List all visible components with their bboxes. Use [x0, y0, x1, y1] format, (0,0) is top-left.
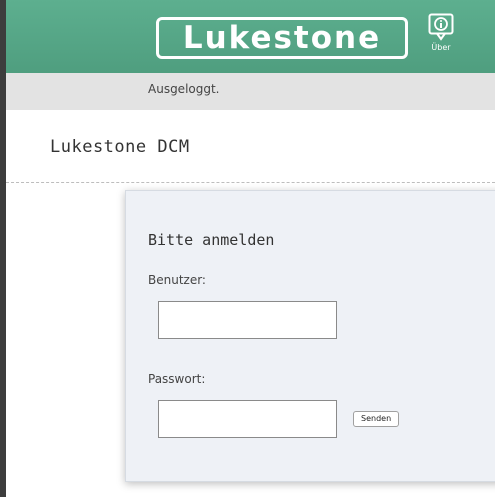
login-title: Bitte anmelden — [148, 231, 275, 249]
login-status-text: Ausgeloggt. — [148, 82, 220, 96]
about-label: Über — [431, 43, 451, 52]
logo[interactable]: Lukestone — [156, 17, 408, 59]
password-label: Passwort: — [148, 372, 206, 386]
username-input[interactable] — [158, 301, 337, 339]
header-bar: Lukestone Über — [6, 0, 495, 73]
submit-button[interactable]: Senden — [353, 411, 400, 427]
username-label: Benutzer: — [148, 273, 206, 287]
about-button[interactable]: Über — [426, 13, 456, 63]
app-window: Lukestone Über Ausgeloggt. Lukestone DCM… — [0, 0, 495, 497]
page-title: Lukestone DCM — [50, 137, 190, 157]
status-bar: Ausgeloggt. — [6, 73, 495, 110]
login-panel: Bitte anmelden Benutzer: Passwort: Sende… — [125, 190, 495, 482]
password-input[interactable] — [158, 400, 337, 438]
info-icon — [428, 13, 454, 41]
divider — [6, 182, 495, 183]
